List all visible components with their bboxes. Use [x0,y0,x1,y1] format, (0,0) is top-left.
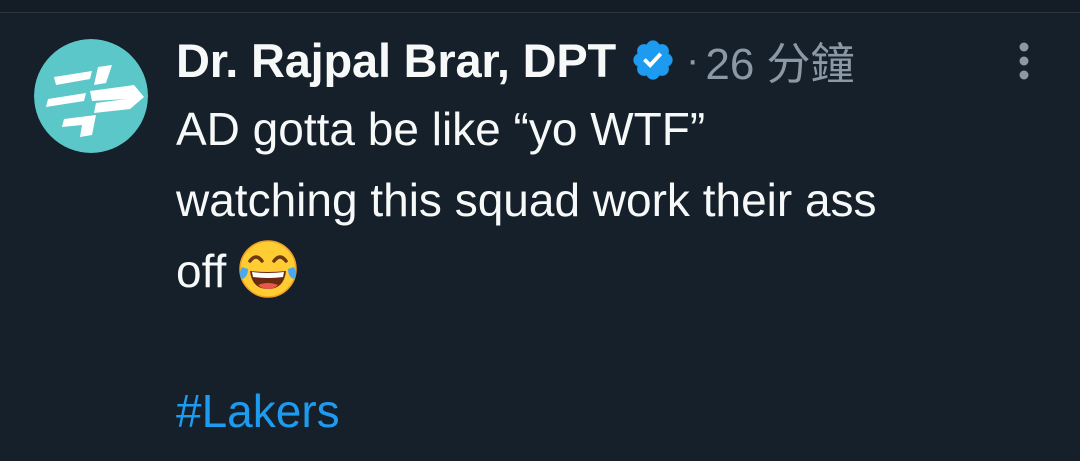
author-display-name[interactable]: Dr. Rajpal Brar, DPT [176,33,616,88]
hashtag-link[interactable]: #Lakers [176,376,340,447]
verified-badge-icon[interactable] [630,37,676,83]
top-divider [0,0,1080,13]
tweet[interactable]: Dr. Rajpal Brar, DPT · 26 分鐘 AD gotta be… [0,0,1080,461]
tweet-text-line-last: off [176,236,1056,307]
tweet-header: Dr. Rajpal Brar, DPT · 26 分鐘 [176,28,855,92]
more-options-button[interactable] [1004,40,1044,82]
timestamp[interactable]: 26 分鐘 [705,28,854,92]
avatar[interactable] [34,39,148,153]
tweet-text: AD gotta be like “yo WTF” watching this … [176,94,1056,307]
tweet-text-line: AD gotta be like “yo WTF” [176,103,706,155]
separator-dot: · [686,37,700,82]
logo-avatar-icon [34,39,148,153]
more-options-icon [1019,42,1029,80]
tweet-text-line: watching this squad work their ass [176,174,877,226]
tweet-text-line: off [176,245,227,297]
face-with-tears-of-joy-icon [239,240,298,298]
